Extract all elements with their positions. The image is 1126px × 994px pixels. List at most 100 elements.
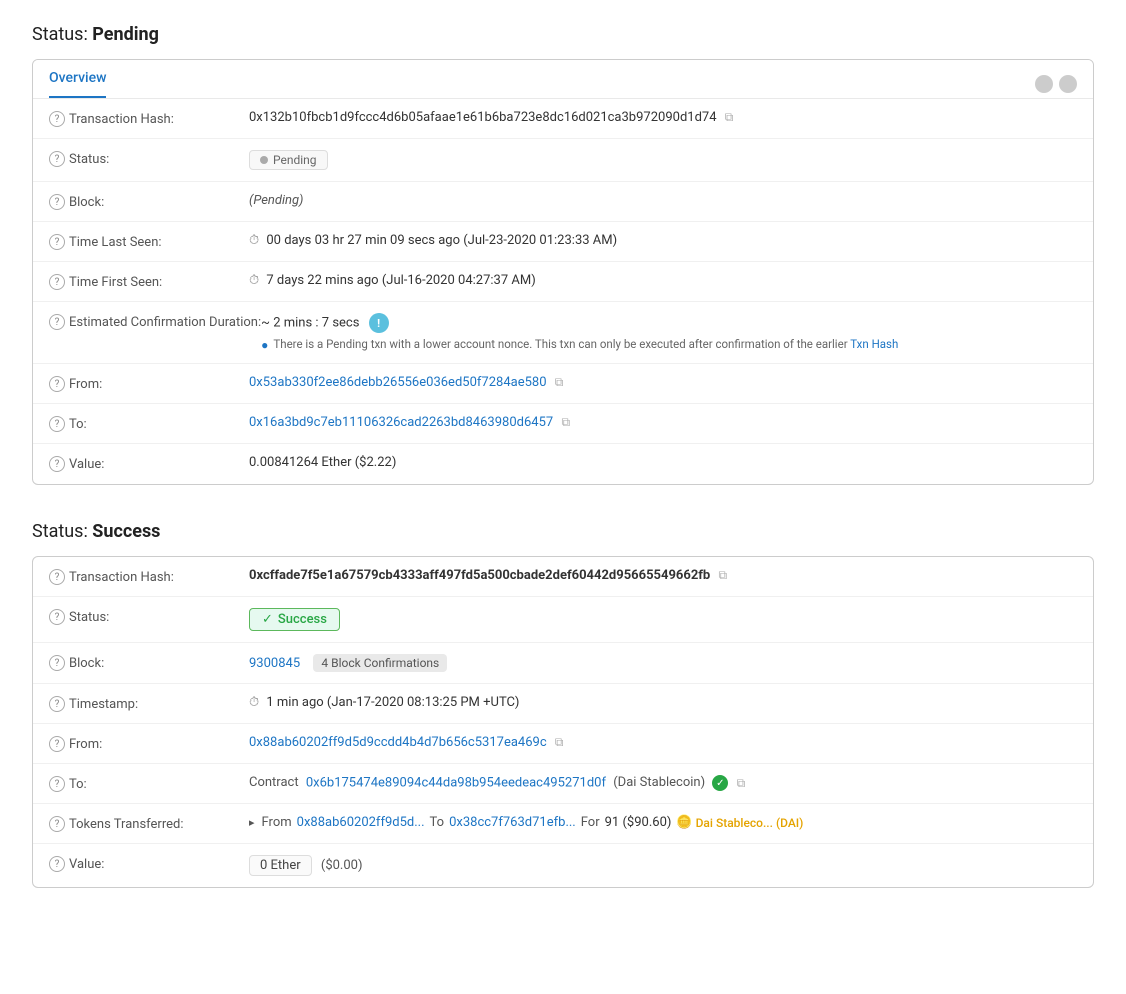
txn-hash-link[interactable]: Txn Hash bbox=[850, 337, 898, 351]
success-to-value: Contract 0x6b175474e89094c44da98b954eede… bbox=[249, 775, 1077, 791]
info-icon: ● bbox=[261, 338, 268, 352]
tab-icon-2 bbox=[1059, 75, 1077, 93]
pending-to-label: ? To: bbox=[49, 415, 249, 432]
success-value-row: ? Value: 0 Ether ($0.00) bbox=[33, 844, 1093, 887]
token-to-link[interactable]: 0x38cc7f763d71efb... bbox=[449, 815, 576, 830]
pending-est-conf-label: ? Estimated Confirmation Duration: bbox=[49, 313, 261, 330]
clock-icon: ⏱ bbox=[249, 233, 259, 248]
success-from-value: 0x88ab60202ff9d5d9ccdd4b4d7b656c5317ea46… bbox=[249, 735, 1077, 750]
pending-time-first-label: ? Time First Seen: bbox=[49, 273, 249, 290]
success-tx-hash-value: 0xcffade7f5e1a67579cb4333aff497fd5a500cb… bbox=[249, 568, 1077, 583]
pending-time-last-value: ⏱ 00 days 03 hr 27 min 09 secs ago (Jul-… bbox=[249, 233, 1077, 248]
question-icon: ? bbox=[49, 655, 65, 671]
success-check-icon: ✓ bbox=[262, 612, 273, 627]
success-title: Status: Success bbox=[32, 521, 1094, 542]
pending-time-first-value: ⏱ 7 days 22 mins ago (Jul-16-2020 04:27:… bbox=[249, 273, 1077, 288]
overview-tab[interactable]: Overview bbox=[49, 70, 106, 98]
success-status-row: ? Status: ✓ Success bbox=[33, 597, 1093, 643]
pending-to-value: 0x16a3bd9c7eb11106326cad2263bd8463980d64… bbox=[249, 415, 1077, 430]
pending-status-label: ? Status: bbox=[49, 150, 249, 167]
success-from-row: ? From: 0x88ab60202ff9d5d9ccdd4b4d7b656c… bbox=[33, 724, 1093, 764]
success-value-value: 0 Ether ($0.00) bbox=[249, 855, 1077, 876]
pending-tx-hash-row: ? Transaction Hash: 0x132b10fbcb1d9fccc4… bbox=[33, 99, 1093, 139]
from-copy-icon[interactable]: ⧉ bbox=[555, 375, 564, 390]
success-from-link[interactable]: 0x88ab60202ff9d5d9ccdd4b4d7b656c5317ea46… bbox=[249, 735, 547, 750]
question-icon: ? bbox=[49, 314, 65, 330]
pending-from-row: ? From: 0x53ab330f2ee86debb26556e036ed50… bbox=[33, 364, 1093, 404]
pending-section: Status: Pending Overview ? Transaction H… bbox=[32, 24, 1094, 485]
question-icon: ? bbox=[49, 736, 65, 752]
pending-status-value: Pending bbox=[249, 150, 1077, 170]
question-icon: ? bbox=[49, 816, 65, 832]
pending-title: Status: Pending bbox=[32, 24, 1094, 45]
pending-time-first-row: ? Time First Seen: ⏱ 7 days 22 mins ago … bbox=[33, 262, 1093, 302]
question-icon: ? bbox=[49, 609, 65, 625]
pending-info-note: ● There is a Pending txn with a lower ac… bbox=[261, 337, 1077, 352]
success-section: Status: Success ? Transaction Hash: 0xcf… bbox=[32, 521, 1094, 888]
success-block-value: 9300845 4 Block Confirmations bbox=[249, 654, 1077, 672]
pending-value-row: ? Value: 0.00841264 Ether ($2.22) bbox=[33, 444, 1093, 484]
success-tx-hash-label: ? Transaction Hash: bbox=[49, 568, 249, 585]
pending-badge: Pending bbox=[249, 150, 328, 170]
success-to-row: ? To: Contract 0x6b175474e89094c44da98b9… bbox=[33, 764, 1093, 804]
success-from-copy-icon[interactable]: ⧉ bbox=[555, 735, 564, 750]
pending-value-label: ? Value: bbox=[49, 455, 249, 472]
token-from-link[interactable]: 0x88ab60202ff9d5d... bbox=[297, 815, 425, 830]
tokens-content: ▸ From 0x88ab60202ff9d5d... To 0x38cc7f7… bbox=[249, 815, 1077, 830]
question-icon: ? bbox=[49, 234, 65, 250]
pending-est-conf-value: ~ 2 mins : 7 secs ! ● There is a Pending… bbox=[261, 313, 1077, 352]
dai-token-link[interactable]: Dai Stableco... (DAI) bbox=[696, 816, 804, 830]
success-status-label: ? Status: bbox=[49, 608, 249, 625]
pending-to-link[interactable]: 0x16a3bd9c7eb11106326cad2263bd8463980d64… bbox=[249, 415, 553, 430]
pending-block-value: (Pending) bbox=[249, 193, 1077, 208]
block-number-link[interactable]: 9300845 bbox=[249, 656, 300, 671]
value-box: 0 Ether bbox=[249, 855, 312, 876]
success-from-label: ? From: bbox=[49, 735, 249, 752]
block-confirmations-badge: 4 Block Confirmations bbox=[313, 654, 447, 672]
success-to-contract-link[interactable]: 0x6b175474e89094c44da98b954eedeac495271d… bbox=[306, 775, 606, 790]
success-block-label: ? Block: bbox=[49, 654, 249, 671]
pending-title-bold: Pending bbox=[92, 24, 159, 45]
success-timestamp-label: ? Timestamp: bbox=[49, 695, 249, 712]
pending-tx-copy-icon[interactable]: ⧉ bbox=[725, 110, 734, 125]
pending-card: Overview ? Transaction Hash: 0x132b10fbc… bbox=[32, 59, 1094, 485]
tab-icons bbox=[1035, 75, 1077, 93]
question-icon: ? bbox=[49, 569, 65, 585]
success-tokens-value: ▸ From 0x88ab60202ff9d5d... To 0x38cc7f7… bbox=[249, 815, 1077, 830]
pending-est-conf-row: ? Estimated Confirmation Duration: ~ 2 m… bbox=[33, 302, 1093, 364]
pending-from-value: 0x53ab330f2ee86debb26556e036ed50f7284ae5… bbox=[249, 375, 1077, 390]
pending-time-last-label: ? Time Last Seen: bbox=[49, 233, 249, 250]
success-timestamp-value: ⏱ 1 min ago (Jan-17-2020 08:13:25 PM +UT… bbox=[249, 695, 1077, 710]
success-tx-copy-icon[interactable]: ⧉ bbox=[718, 568, 727, 583]
success-title-bold: Success bbox=[92, 521, 160, 542]
pending-tx-hash-label: ? Transaction Hash: bbox=[49, 110, 249, 127]
pending-from-link[interactable]: 0x53ab330f2ee86debb26556e036ed50f7284ae5… bbox=[249, 375, 547, 390]
pending-status-row: ? Status: Pending bbox=[33, 139, 1093, 182]
question-icon: ? bbox=[49, 416, 65, 432]
pending-tx-hash-value: 0x132b10fbcb1d9fccc4d6b05afaae1e61b6ba72… bbox=[249, 110, 1077, 125]
clock-icon: ⏱ bbox=[249, 273, 259, 288]
question-icon: ? bbox=[49, 856, 65, 872]
success-timestamp-row: ? Timestamp: ⏱ 1 min ago (Jan-17-2020 08… bbox=[33, 684, 1093, 724]
success-to-copy-icon[interactable]: ⧉ bbox=[737, 776, 746, 791]
token-arrow: ▸ bbox=[249, 816, 255, 829]
clock-icon: ⏱ bbox=[249, 695, 259, 710]
success-tx-hash-row: ? Transaction Hash: 0xcffade7f5e1a67579c… bbox=[33, 557, 1093, 597]
question-icon: ? bbox=[49, 456, 65, 472]
tab-icon-1 bbox=[1035, 75, 1053, 93]
success-tokens-label: ? Tokens Transferred: bbox=[49, 815, 249, 832]
question-icon: ? bbox=[49, 111, 65, 127]
question-icon: ? bbox=[49, 776, 65, 792]
pending-block-label: ? Block: bbox=[49, 193, 249, 210]
question-icon: ? bbox=[49, 376, 65, 392]
success-block-row: ? Block: 9300845 4 Block Confirmations bbox=[33, 643, 1093, 684]
question-icon: ? bbox=[49, 274, 65, 290]
dai-icon: 🪙 bbox=[676, 815, 692, 830]
success-value-label: ? Value: bbox=[49, 855, 249, 872]
dai-badge: 🪙 Dai Stableco... (DAI) bbox=[676, 815, 803, 830]
question-icon: ? bbox=[49, 151, 65, 167]
pending-to-row: ? To: 0x16a3bd9c7eb11106326cad2263bd8463… bbox=[33, 404, 1093, 444]
confirmation-btn[interactable]: ! bbox=[369, 313, 389, 333]
success-tokens-row: ? Tokens Transferred: ▸ From 0x88ab60202… bbox=[33, 804, 1093, 844]
to-copy-icon[interactable]: ⧉ bbox=[561, 415, 570, 430]
